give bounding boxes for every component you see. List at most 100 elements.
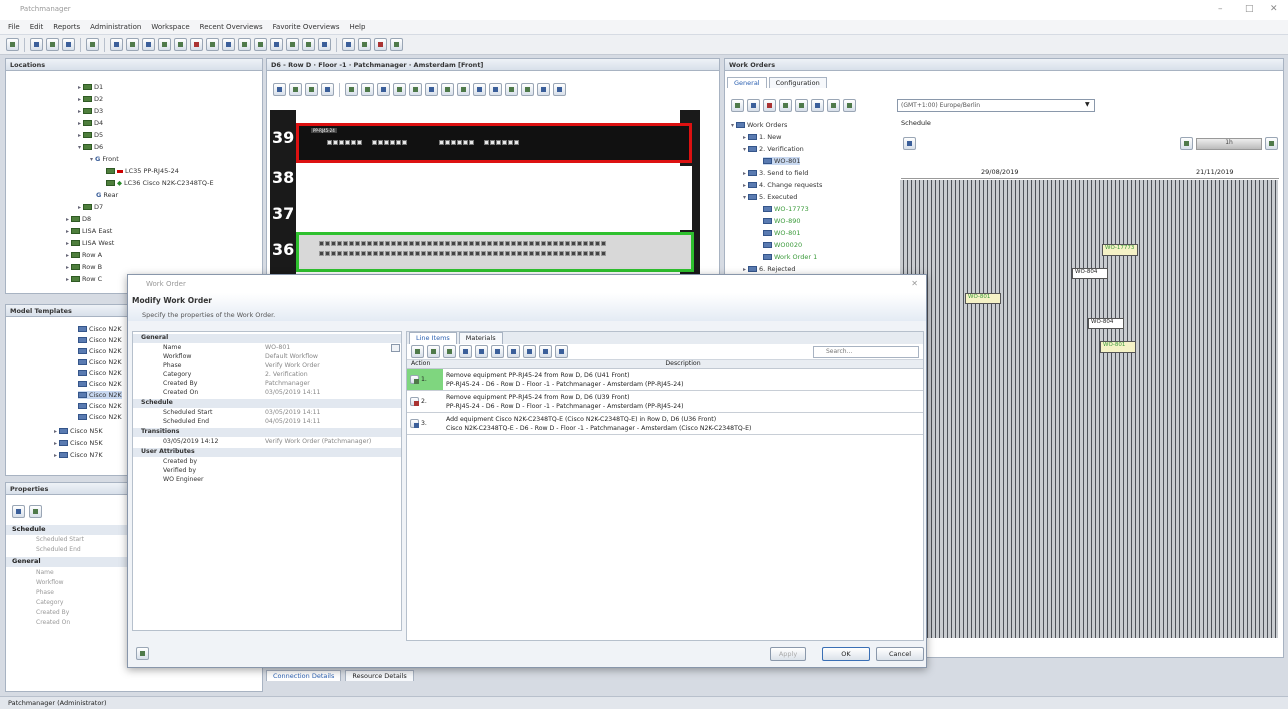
column-description[interactable]: Description [443, 360, 923, 368]
port[interactable] [391, 251, 396, 256]
port[interactable] [445, 140, 450, 145]
template-item[interactable]: Cisco N2K [78, 325, 122, 333]
port[interactable] [337, 251, 342, 256]
port[interactable] [523, 251, 528, 256]
grid-icon[interactable] [321, 83, 334, 96]
port[interactable] [439, 140, 444, 145]
search-icon[interactable] [46, 38, 59, 51]
port[interactable] [601, 241, 606, 246]
template-folder[interactable]: ▸ Cisco N5K [54, 439, 103, 447]
front-view-icon[interactable] [537, 83, 550, 96]
port[interactable] [505, 241, 510, 246]
port[interactable] [475, 251, 480, 256]
check-icon[interactable] [507, 345, 520, 358]
port[interactable] [445, 241, 450, 246]
building-icon[interactable] [142, 38, 155, 51]
template-item[interactable]: Cisco N2K [78, 413, 122, 421]
port[interactable] [403, 251, 408, 256]
wo-tree-item[interactable]: WO0020 [763, 241, 802, 249]
tree-item-d2[interactable]: ▸ D2 [78, 95, 103, 103]
wo-tree-change-requests[interactable]: ▸ 4. Change requests [743, 181, 822, 189]
switch-device[interactable] [296, 232, 694, 272]
cable-icon[interactable] [206, 38, 219, 51]
port[interactable] [384, 140, 389, 145]
prop-section[interactable]: General [133, 334, 401, 343]
prop-row[interactable]: Name WO-801 [133, 344, 401, 353]
prop-row[interactable]: Scheduled End 04/05/2019 14:11 [133, 418, 401, 427]
remove-icon[interactable] [459, 345, 472, 358]
cancel-button[interactable]: Cancel [876, 647, 924, 661]
rack-icon[interactable] [345, 83, 358, 96]
port[interactable] [337, 241, 342, 246]
port[interactable] [511, 251, 516, 256]
rack-icon[interactable] [443, 345, 456, 358]
zoom-slider[interactable]: 1h [1196, 137, 1262, 150]
patch-icon[interactable] [174, 38, 187, 51]
port[interactable] [319, 251, 324, 256]
port[interactable] [493, 241, 498, 246]
template-item[interactable]: Cisco N2K [78, 336, 122, 344]
port[interactable] [469, 251, 474, 256]
wo-tree-root[interactable]: ▾ Work Orders [731, 121, 787, 129]
port[interactable] [451, 251, 456, 256]
tree-item-d1[interactable]: ▸ D1 [78, 83, 103, 91]
tree-item-row-a[interactable]: ▸ Row A [66, 251, 102, 259]
wo-tree-item[interactable]: WO-17773 [763, 205, 809, 213]
port[interactable] [415, 241, 420, 246]
port[interactable] [325, 241, 330, 246]
user-icon[interactable] [126, 38, 139, 51]
port[interactable] [499, 251, 504, 256]
port[interactable] [409, 241, 414, 246]
port[interactable] [433, 251, 438, 256]
tree-item-lisa-east[interactable]: ▸ LISA East [66, 227, 112, 235]
settings-icon[interactable] [903, 137, 916, 150]
layout-icon[interactable] [521, 83, 534, 96]
port[interactable] [351, 140, 356, 145]
template-item-selected[interactable]: Cisco N2K [78, 391, 122, 399]
port[interactable] [427, 241, 432, 246]
device-icon[interactable] [427, 345, 440, 358]
tree-item-front[interactable]: ▾ G Front [90, 155, 119, 163]
move-down-icon[interactable] [491, 345, 504, 358]
timezone-select[interactable]: (GMT+1:00) Europe/Berlin [897, 99, 1095, 112]
port[interactable] [457, 241, 462, 246]
schedule-bar[interactable]: WO-801 [1100, 341, 1136, 353]
port[interactable] [589, 241, 594, 246]
dialog-close-icon[interactable]: ✕ [911, 279, 918, 288]
port[interactable] [493, 251, 498, 256]
port[interactable] [409, 251, 414, 256]
port[interactable] [327, 140, 332, 145]
port[interactable] [583, 251, 588, 256]
wo-tree-rejected[interactable]: ▸ 6. Rejected [743, 265, 796, 273]
tree-item-d3[interactable]: ▸ D3 [78, 107, 103, 115]
template-folder[interactable]: ▸ Cisco N5K [54, 427, 103, 435]
port[interactable] [481, 251, 486, 256]
prop-section[interactable]: Schedule [133, 399, 401, 408]
port[interactable] [508, 140, 513, 145]
template-item[interactable]: Cisco N2K [78, 402, 122, 410]
export-icon[interactable] [505, 83, 518, 96]
delete-icon[interactable] [763, 99, 776, 112]
port[interactable] [571, 241, 576, 246]
tree-item-d7[interactable]: ▸ D7 [78, 203, 103, 211]
port[interactable] [397, 251, 402, 256]
port[interactable] [589, 251, 594, 256]
template-folder[interactable]: ▸ Cisco N7K [54, 451, 103, 459]
port[interactable] [333, 140, 338, 145]
tab-general[interactable]: General [727, 77, 767, 88]
port[interactable] [445, 251, 450, 256]
prop-row[interactable]: WO Engineer [133, 476, 401, 485]
port[interactable] [535, 241, 540, 246]
new-icon[interactable] [6, 38, 19, 51]
port[interactable] [517, 241, 522, 246]
port[interactable] [385, 251, 390, 256]
open-icon[interactable] [30, 38, 43, 51]
port[interactable] [378, 140, 383, 145]
tab-materials[interactable]: Materials [458, 332, 503, 344]
zoom-in-icon[interactable] [1265, 137, 1278, 150]
menu-reports[interactable]: Reports [53, 23, 80, 31]
port[interactable] [463, 241, 468, 246]
port[interactable] [601, 251, 606, 256]
grid-icon[interactable] [779, 99, 792, 112]
tab-resource-details[interactable]: Resource Details [345, 670, 414, 681]
